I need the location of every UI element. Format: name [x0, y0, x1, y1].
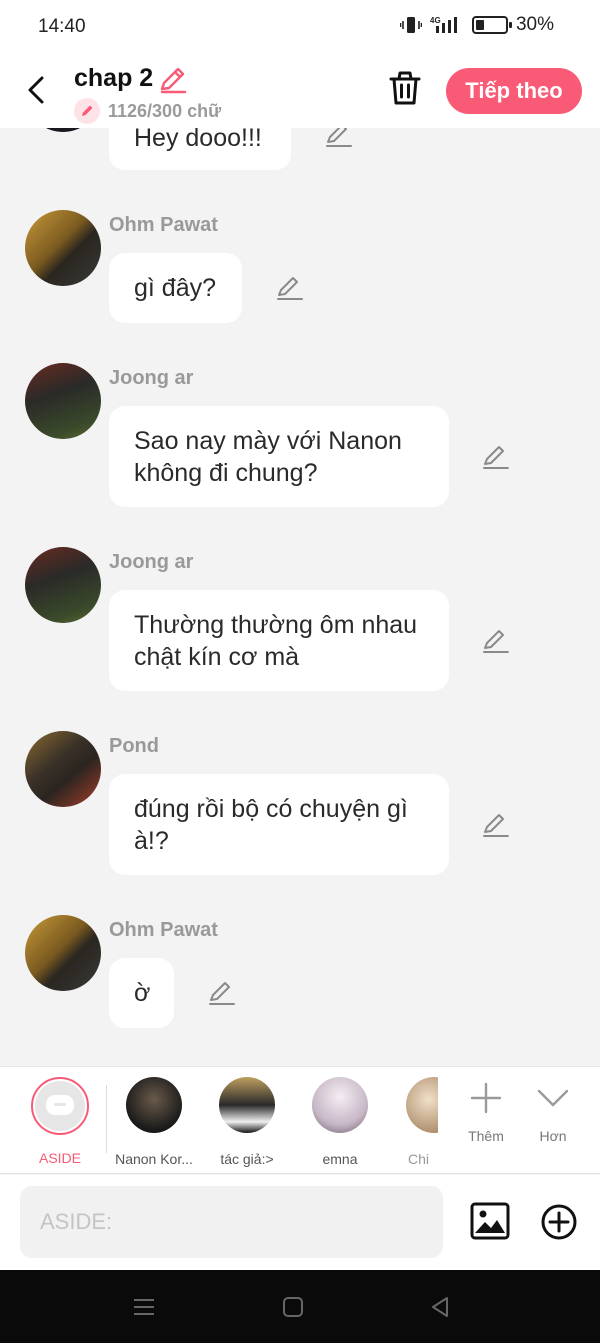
compose-bar — [0, 1175, 600, 1270]
less-button[interactable]: Hơn — [523, 1081, 583, 1144]
sender-name: Ohm Pawat — [109, 919, 218, 941]
edit-message-icon[interactable] — [276, 274, 304, 302]
character-item[interactable]: Chi — [392, 1077, 438, 1167]
battery-percent: 30% — [515, 14, 554, 35]
svg-text:4G: 4G — [430, 16, 441, 25]
message-input[interactable] — [20, 1186, 443, 1258]
edit-message-icon[interactable] — [325, 128, 353, 149]
divider — [106, 1085, 107, 1153]
word-count-text: 1126/300 chữ — [108, 100, 222, 121]
next-button[interactable]: Tiếp theo — [446, 68, 582, 114]
character-label: emna — [322, 1151, 358, 1167]
network-4g-icon: 4G — [430, 16, 457, 33]
character-item[interactable]: Nanon Kor... — [112, 1077, 196, 1167]
character-selector: ASIDE Nanon Kor... tác giả:> emna Chi Th… — [0, 1066, 600, 1174]
edit-message-icon[interactable] — [482, 811, 510, 839]
status-bar: 14:40 4G 30% — [0, 0, 600, 54]
message-bubble[interactable]: ờ — [109, 958, 174, 1028]
character-item[interactable]: emna — [298, 1077, 382, 1167]
message-bubble[interactable]: gì đây? — [109, 253, 242, 323]
message-bubble[interactable]: Hey dooo!!! — [109, 128, 291, 170]
edit-message-icon[interactable] — [482, 443, 510, 471]
chapter-title: chap 2 — [74, 64, 154, 92]
message-bubble[interactable]: Thường thường ôm nhau chật kín cơ mà — [109, 590, 449, 691]
character-aside[interactable]: ASIDE — [18, 1077, 102, 1166]
avatar — [406, 1077, 438, 1133]
menu-icon[interactable] — [131, 1294, 157, 1320]
avatar — [25, 731, 101, 807]
sender-name: Joong ar — [109, 367, 194, 389]
back-icon[interactable] — [427, 1294, 453, 1320]
chevron-down-icon — [537, 1089, 569, 1107]
character-item[interactable]: tác giả:> — [205, 1077, 289, 1167]
plus-icon — [470, 1082, 502, 1114]
pencil-icon — [74, 98, 100, 124]
battery-icon — [471, 16, 512, 34]
back-arrow-icon[interactable] — [22, 72, 52, 108]
word-count: 1126/300 chữ — [74, 98, 221, 124]
edit-message-icon[interactable] — [482, 627, 510, 655]
more-label: Thêm — [468, 1128, 504, 1144]
trash-icon[interactable] — [388, 70, 422, 106]
editor-header: chap 2 1126/300 chữ Tiếp theo — [0, 54, 600, 128]
character-label: Nanon Kor... — [115, 1151, 193, 1167]
system-nav-bar — [0, 1270, 600, 1343]
avatar — [312, 1077, 368, 1133]
sender-name: Joong ar — [109, 551, 194, 573]
edit-message-icon[interactable] — [208, 979, 236, 1007]
avatar — [219, 1077, 275, 1133]
sender-name: Pond — [109, 735, 159, 757]
status-time: 14:40 — [38, 16, 86, 37]
less-label: Hơn — [539, 1128, 567, 1144]
chat-area: Hey dooo!!! Ohm Pawat gì đây? Joong ar S… — [0, 128, 600, 1066]
character-label: Chi — [408, 1151, 430, 1167]
message-bubble[interactable]: Sao nay mày với Nanon không đi chung? — [109, 406, 449, 507]
avatar — [25, 128, 101, 132]
chat-bubble-icon — [46, 1095, 74, 1115]
add-circle-icon[interactable] — [540, 1203, 578, 1241]
image-icon[interactable] — [470, 1202, 510, 1240]
avatar — [126, 1077, 182, 1133]
more-button[interactable]: Thêm — [456, 1081, 516, 1144]
vibrate-icon — [399, 17, 422, 33]
avatar — [25, 915, 101, 991]
sender-name: Ohm Pawat — [109, 214, 218, 236]
avatar — [25, 363, 101, 439]
avatar — [25, 547, 101, 623]
edit-title-icon[interactable] — [158, 64, 188, 94]
character-label: ASIDE — [38, 1150, 81, 1166]
home-icon[interactable] — [280, 1294, 306, 1320]
character-label: tác giả:> — [220, 1151, 274, 1167]
message-bubble[interactable]: đúng rồi bộ có chuyện gì à!? — [109, 774, 449, 875]
avatar — [25, 210, 101, 286]
